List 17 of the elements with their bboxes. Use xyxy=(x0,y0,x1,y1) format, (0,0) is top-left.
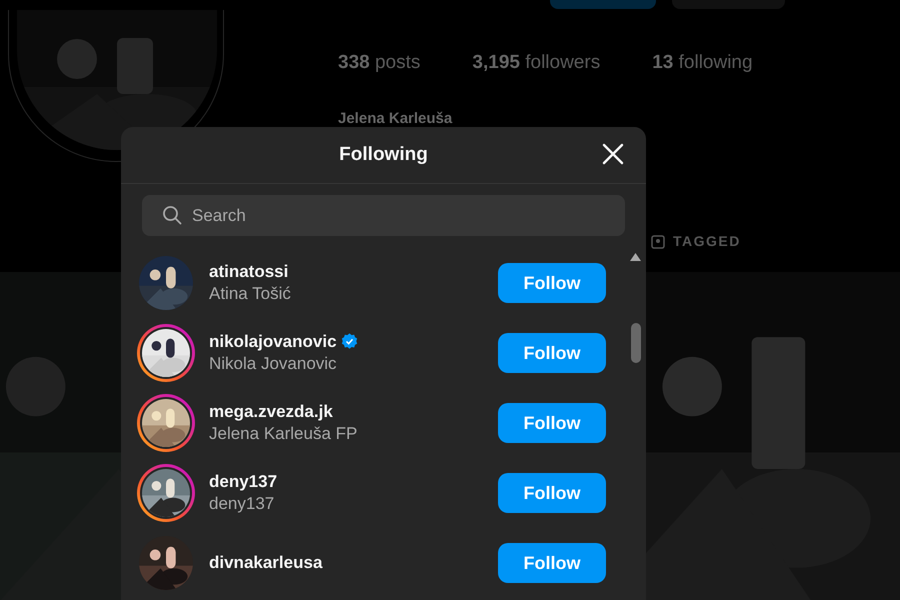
scroll-up-arrow-icon[interactable] xyxy=(628,251,643,263)
search-field[interactable]: Search xyxy=(142,195,625,236)
follow-button[interactable]: Follow xyxy=(498,333,606,373)
dialog-title: Following xyxy=(339,142,428,167)
follow-button[interactable]: Follow xyxy=(498,263,606,303)
tag-icon xyxy=(651,234,665,248)
follow-button[interactable]: Follow xyxy=(498,543,606,583)
follow-button[interactable]: Follow xyxy=(498,403,606,443)
close-button[interactable] xyxy=(600,141,626,167)
follow-button[interactable]: Follow xyxy=(498,473,606,513)
profile-stat[interactable]: 13 following xyxy=(652,49,753,78)
close-icon xyxy=(602,143,624,165)
profile-name: Jelena Karleuša xyxy=(338,108,452,128)
profile-stat[interactable]: 3,195 followers xyxy=(472,49,600,78)
profile-stat[interactable]: 338 posts xyxy=(338,49,420,78)
profile-tab[interactable]: TAGGED xyxy=(651,231,741,252)
scrollbar-thumb[interactable] xyxy=(631,323,641,363)
